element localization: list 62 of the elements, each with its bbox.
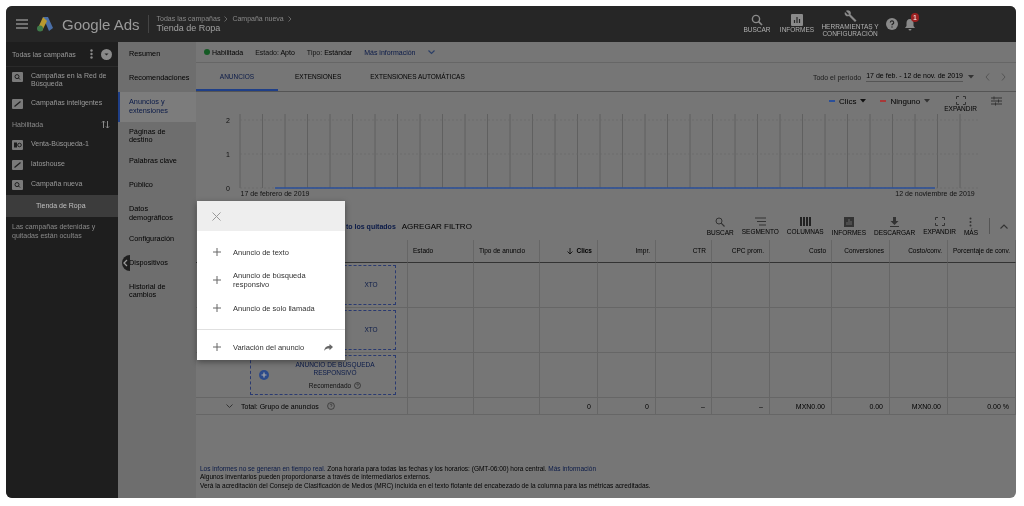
status-dot-icon: [204, 49, 210, 55]
table-cell: [948, 263, 1016, 308]
bar-chart-icon: [843, 216, 854, 227]
columns-icon: [799, 217, 811, 226]
display-campaign-icon: [12, 139, 23, 150]
plus-icon: [213, 343, 221, 351]
table-cell: [948, 308, 1016, 353]
expand-icon: [934, 217, 945, 226]
help-outline-icon: [354, 381, 362, 389]
dropdown-arrow-icon: [860, 99, 867, 103]
bar-chart-icon: [791, 14, 803, 27]
dropdown-arrow-icon[interactable]: [968, 75, 974, 79]
chevron-down-icon[interactable]: [427, 49, 435, 55]
plus-icon: [213, 304, 221, 312]
wrench-icon: [843, 10, 857, 24]
table-cell: [474, 263, 540, 308]
chevron-right-icon: [224, 15, 229, 22]
product-name: Google Ads: [62, 15, 140, 33]
segment-lines-icon: [754, 217, 766, 226]
table-cell: [598, 263, 656, 308]
expand-chevron-icon[interactable]: [226, 403, 233, 409]
add-filter-button[interactable]: AGREGAR FILTRO: [401, 221, 472, 231]
table-cell: [656, 263, 712, 308]
plus-icon: [213, 248, 221, 256]
notification-bell-icon[interactable]: [904, 17, 916, 31]
more-vert-icon: [969, 216, 973, 227]
chevron-left-icon[interactable]: [985, 73, 990, 81]
table-cell: [948, 353, 1016, 398]
page-title: Tienda de Ropa: [156, 23, 222, 33]
table-cell: [540, 263, 598, 308]
search-icon: [751, 14, 763, 27]
table-cell: [712, 263, 770, 308]
search-campaign-icon: [12, 179, 23, 190]
sort-down-arrow-icon: [567, 247, 574, 255]
search-icon: [715, 216, 726, 227]
collapse-chevron-icon[interactable]: [1000, 223, 1008, 229]
dropdown-arrow-icon: [924, 99, 931, 103]
smart-campaign-icon: [12, 98, 23, 109]
more-vert-icon[interactable]: [90, 49, 93, 59]
add-circle-icon: [259, 370, 269, 380]
smart-campaign-icon: [12, 159, 23, 170]
logo-icon: [36, 16, 54, 32]
help-outline-icon: [326, 402, 335, 410]
metric-color-dash: [829, 100, 836, 102]
download-icon: [890, 216, 900, 227]
adjust-icon[interactable]: [991, 96, 1002, 106]
metric-selector[interactable]: Clics: [829, 96, 867, 106]
expand-icon: [955, 96, 966, 105]
metric-selector[interactable]: Ninguno: [880, 96, 931, 106]
menu-icon[interactable]: [16, 19, 28, 29]
chevron-right-icon[interactable]: [1001, 73, 1006, 81]
search-campaign-icon: [12, 72, 23, 82]
plus-icon: [213, 276, 221, 284]
table-cell: [770, 263, 832, 308]
table-cell: [832, 263, 890, 308]
chevron-right-icon: [287, 15, 292, 22]
sort-icon[interactable]: [101, 119, 110, 129]
help-icon[interactable]: [886, 18, 898, 30]
close-icon[interactable]: [212, 211, 221, 221]
table-cell: [890, 263, 948, 308]
dropdown-circle-icon[interactable]: [101, 48, 112, 60]
share-arrow-icon: [324, 343, 333, 351]
